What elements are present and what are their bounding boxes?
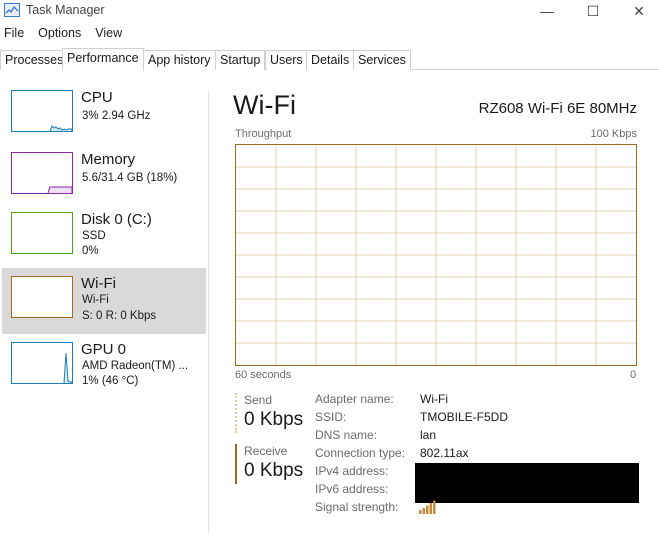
gpu-thumbnail-graph: [11, 342, 73, 384]
tab-users[interactable]: Users: [265, 50, 308, 70]
adapter-model: RZ608 Wi-Fi 6E 80MHz: [478, 100, 637, 117]
task-manager-icon: [4, 3, 20, 17]
receive-value: 0 Kbps: [244, 460, 304, 481]
info-label-signal-strength: Signal strength:: [315, 500, 399, 514]
wifi-thumbnail-graph: [11, 276, 73, 318]
minimize-button[interactable]: —: [524, 0, 570, 22]
send-label: Send: [244, 393, 273, 407]
sidebar-item-detail: SSD: [82, 230, 106, 242]
cpu-thumbnail-graph: [11, 90, 73, 132]
graph-time-label: 60 seconds: [235, 369, 292, 381]
info-label-adapter-name: Adapter name:: [315, 392, 394, 406]
send-value: 0 Kbps: [244, 409, 304, 430]
sidebar-item-detail: 0%: [82, 245, 99, 257]
menu-file[interactable]: File: [0, 24, 28, 44]
sidebar-item-label: CPU: [81, 89, 113, 106]
close-icon: ✕: [633, 2, 645, 19]
sidebar-item-detail: S: 0 R: 0 Kbps: [82, 310, 157, 322]
throughput-max-label: 100 Kbps: [590, 128, 637, 140]
tab-app-history[interactable]: App history: [143, 50, 216, 70]
send-stat: Send 0 Kbps: [235, 393, 315, 433]
sidebar-item-detail: AMD Radeon(TM) ...: [82, 360, 189, 372]
throughput-graph: [235, 144, 637, 366]
throughput-label: Throughput: [235, 128, 292, 140]
receive-label: Receive: [244, 444, 288, 458]
sidebar-divider[interactable]: [208, 90, 209, 534]
info-label-ipv4: IPv4 address:: [315, 464, 389, 478]
sidebar-item-wifi[interactable]: Wi-Fi Wi-Fi S: 0 R: 0 Kbps: [2, 268, 206, 334]
menu-bar: File Options View: [0, 24, 132, 44]
disk-thumbnail-graph: [11, 212, 73, 254]
tab-startup[interactable]: Startup: [215, 50, 266, 70]
window-title: Task Manager: [26, 3, 105, 17]
graph-zero-label: 0: [630, 369, 637, 381]
sidebar-item-label: Memory: [81, 151, 136, 168]
performance-sidebar: CPU 3% 2.94 GHz Memory 5.6/31.4 GB (18%)…: [0, 82, 208, 532]
tab-services[interactable]: Services: [353, 50, 411, 70]
info-value-dns-name: lan: [420, 428, 437, 442]
sidebar-item-label: Wi-Fi: [81, 275, 116, 292]
maximize-icon: ☐: [586, 2, 600, 19]
info-label-ipv6: IPv6 address:: [315, 482, 389, 496]
tab-details[interactable]: Details: [306, 50, 355, 70]
minimize-icon: —: [540, 3, 554, 19]
sidebar-item-gpu[interactable]: GPU 0 AMD Radeon(TM) ... 1% (46 °C): [2, 334, 206, 400]
receive-stat: Receive 0 Kbps: [235, 444, 315, 484]
sidebar-item-label: GPU 0: [81, 341, 127, 358]
sidebar-item-detail: Wi-Fi: [82, 294, 109, 306]
close-button[interactable]: ✕: [616, 0, 659, 22]
info-label-ssid: SSID:: [315, 410, 347, 424]
sidebar-item-memory[interactable]: Memory 5.6/31.4 GB (18%): [2, 144, 206, 210]
sidebar-item-label: Disk 0 (C:): [81, 211, 152, 228]
info-label-dns-name: DNS name:: [315, 428, 378, 442]
page-title: Wi-Fi: [233, 90, 296, 120]
info-value-ssid: TMOBILE-F5DD: [420, 410, 509, 424]
title-bar: Task Manager — ☐ ✕: [0, 0, 659, 22]
sidebar-item-detail: 3% 2.94 GHz: [82, 110, 151, 122]
redacted-ip-addresses: [415, 463, 639, 503]
maximize-button[interactable]: ☐: [570, 0, 616, 22]
menu-options[interactable]: Options: [34, 24, 85, 44]
memory-thumbnail-graph: [11, 152, 73, 194]
menu-view[interactable]: View: [91, 24, 126, 44]
sidebar-item-cpu[interactable]: CPU 3% 2.94 GHz: [2, 82, 206, 148]
info-label-connection-type: Connection type:: [315, 446, 406, 460]
sidebar-item-detail: 5.6/31.4 GB (18%): [82, 172, 178, 184]
info-value-adapter-name: Wi-Fi: [420, 392, 448, 406]
throughput-grid: [236, 145, 636, 365]
info-value-connection-type: 802.11ax: [420, 446, 469, 460]
tab-processes[interactable]: Processes: [0, 50, 69, 70]
sidebar-item-detail: 1% (46 °C): [82, 375, 139, 387]
tab-performance[interactable]: Performance: [62, 48, 144, 71]
signal-strength-icon: [418, 500, 436, 514]
sidebar-item-disk[interactable]: Disk 0 (C:) SSD 0%: [2, 204, 206, 270]
tab-bar: Processes Performance App history Startu…: [0, 48, 659, 71]
